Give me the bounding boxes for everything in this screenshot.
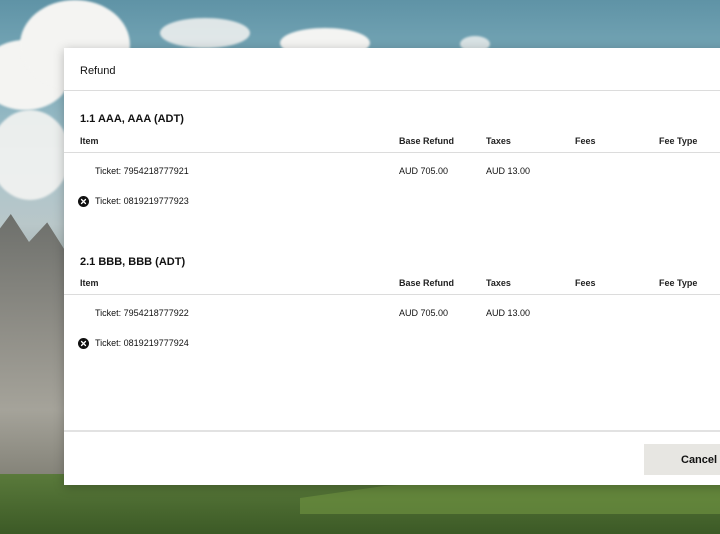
- ticket-label: Ticket: 0819219777923: [95, 196, 189, 206]
- base-refund-value: AUD 705.00: [399, 166, 449, 176]
- ticket-label: Ticket: 7954218777921: [95, 166, 189, 176]
- taxes-value: AUD 13.00: [486, 166, 531, 176]
- ticket-label: Ticket: 0819219777924: [95, 338, 189, 348]
- dialog-header: Refund: [64, 48, 720, 91]
- cloud: [0, 110, 70, 200]
- close-circle-icon[interactable]: [78, 338, 89, 349]
- base-refund-value: AUD 705.00: [399, 308, 449, 318]
- column-header-fee-type: Fee Type: [659, 136, 698, 146]
- header-divider: [64, 152, 720, 153]
- refund-dialog: Refund 1.1 AAA, AAA (ADT) Item Base Refu…: [64, 48, 720, 485]
- passenger-title: 1.1 AAA, AAA (ADT): [80, 113, 184, 125]
- column-header-fee-type: Fee Type: [659, 278, 698, 288]
- cloud: [160, 18, 250, 48]
- close-circle-icon[interactable]: [78, 196, 89, 207]
- column-header-fees: Fees: [575, 278, 596, 288]
- header-divider: [64, 294, 720, 295]
- column-header-taxes: Taxes: [486, 136, 511, 146]
- column-header-item: Item: [80, 136, 99, 146]
- column-header-base-refund: Base Refund: [399, 278, 455, 288]
- column-header-base-refund: Base Refund: [399, 136, 455, 146]
- ticket-label: Ticket: 7954218777922: [95, 308, 189, 318]
- column-header-taxes: Taxes: [486, 278, 511, 288]
- passenger-title: 2.1 BBB, BBB (ADT): [80, 256, 186, 268]
- taxes-value: AUD 13.00: [486, 308, 531, 318]
- column-header-item: Item: [80, 278, 99, 288]
- cancel-button[interactable]: Cancel: [644, 444, 720, 475]
- dialog-title: Refund: [80, 65, 116, 77]
- dialog-footer: Cancel: [64, 430, 720, 487]
- column-header-fees: Fees: [575, 136, 596, 146]
